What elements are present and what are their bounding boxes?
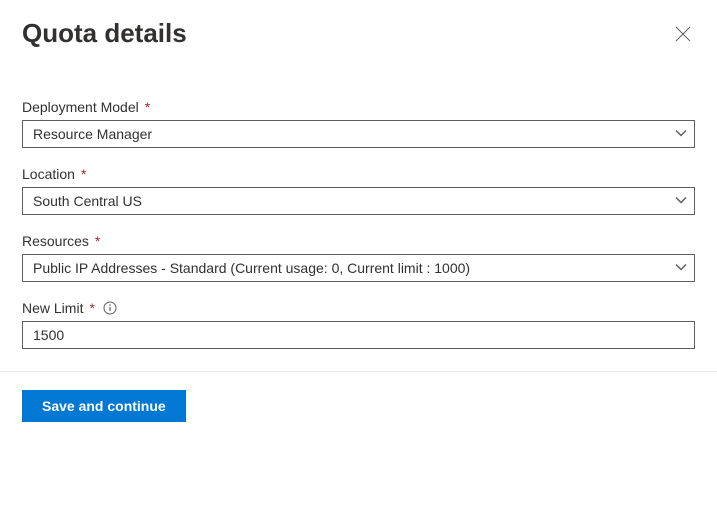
field-label-text: Resources	[22, 233, 89, 249]
required-asterisk: *	[95, 233, 100, 249]
new-limit-field: New Limit *	[22, 300, 695, 349]
location-field: Location * South Central US	[22, 166, 695, 215]
resources-field: Resources * Public IP Addresses - Standa…	[22, 233, 695, 282]
panel-title: Quota details	[22, 18, 187, 49]
resources-label: Resources *	[22, 233, 695, 249]
resources-select[interactable]: Public IP Addresses - Standard (Current …	[22, 254, 695, 282]
required-asterisk: *	[145, 99, 150, 115]
new-limit-input[interactable]	[22, 321, 695, 349]
resources-value: Public IP Addresses - Standard (Current …	[22, 254, 695, 282]
panel-header: Quota details	[22, 18, 695, 49]
location-label: Location *	[22, 166, 695, 182]
save-continue-button[interactable]: Save and continue	[22, 390, 186, 422]
section-divider	[0, 371, 717, 372]
required-asterisk: *	[81, 166, 86, 182]
close-button[interactable]	[671, 22, 695, 49]
location-select[interactable]: South Central US	[22, 187, 695, 215]
deployment-model-label: Deployment Model *	[22, 99, 695, 115]
close-icon	[675, 26, 691, 45]
required-asterisk: *	[89, 300, 94, 316]
field-label-text: Deployment Model	[22, 99, 139, 115]
deployment-model-field: Deployment Model * Resource Manager	[22, 99, 695, 148]
deployment-model-select[interactable]: Resource Manager	[22, 120, 695, 148]
location-value: South Central US	[22, 187, 695, 215]
new-limit-label: New Limit *	[22, 300, 695, 316]
field-label-text: New Limit	[22, 300, 83, 316]
info-icon[interactable]	[103, 301, 117, 315]
deployment-model-value: Resource Manager	[22, 120, 695, 148]
field-label-text: Location	[22, 166, 75, 182]
